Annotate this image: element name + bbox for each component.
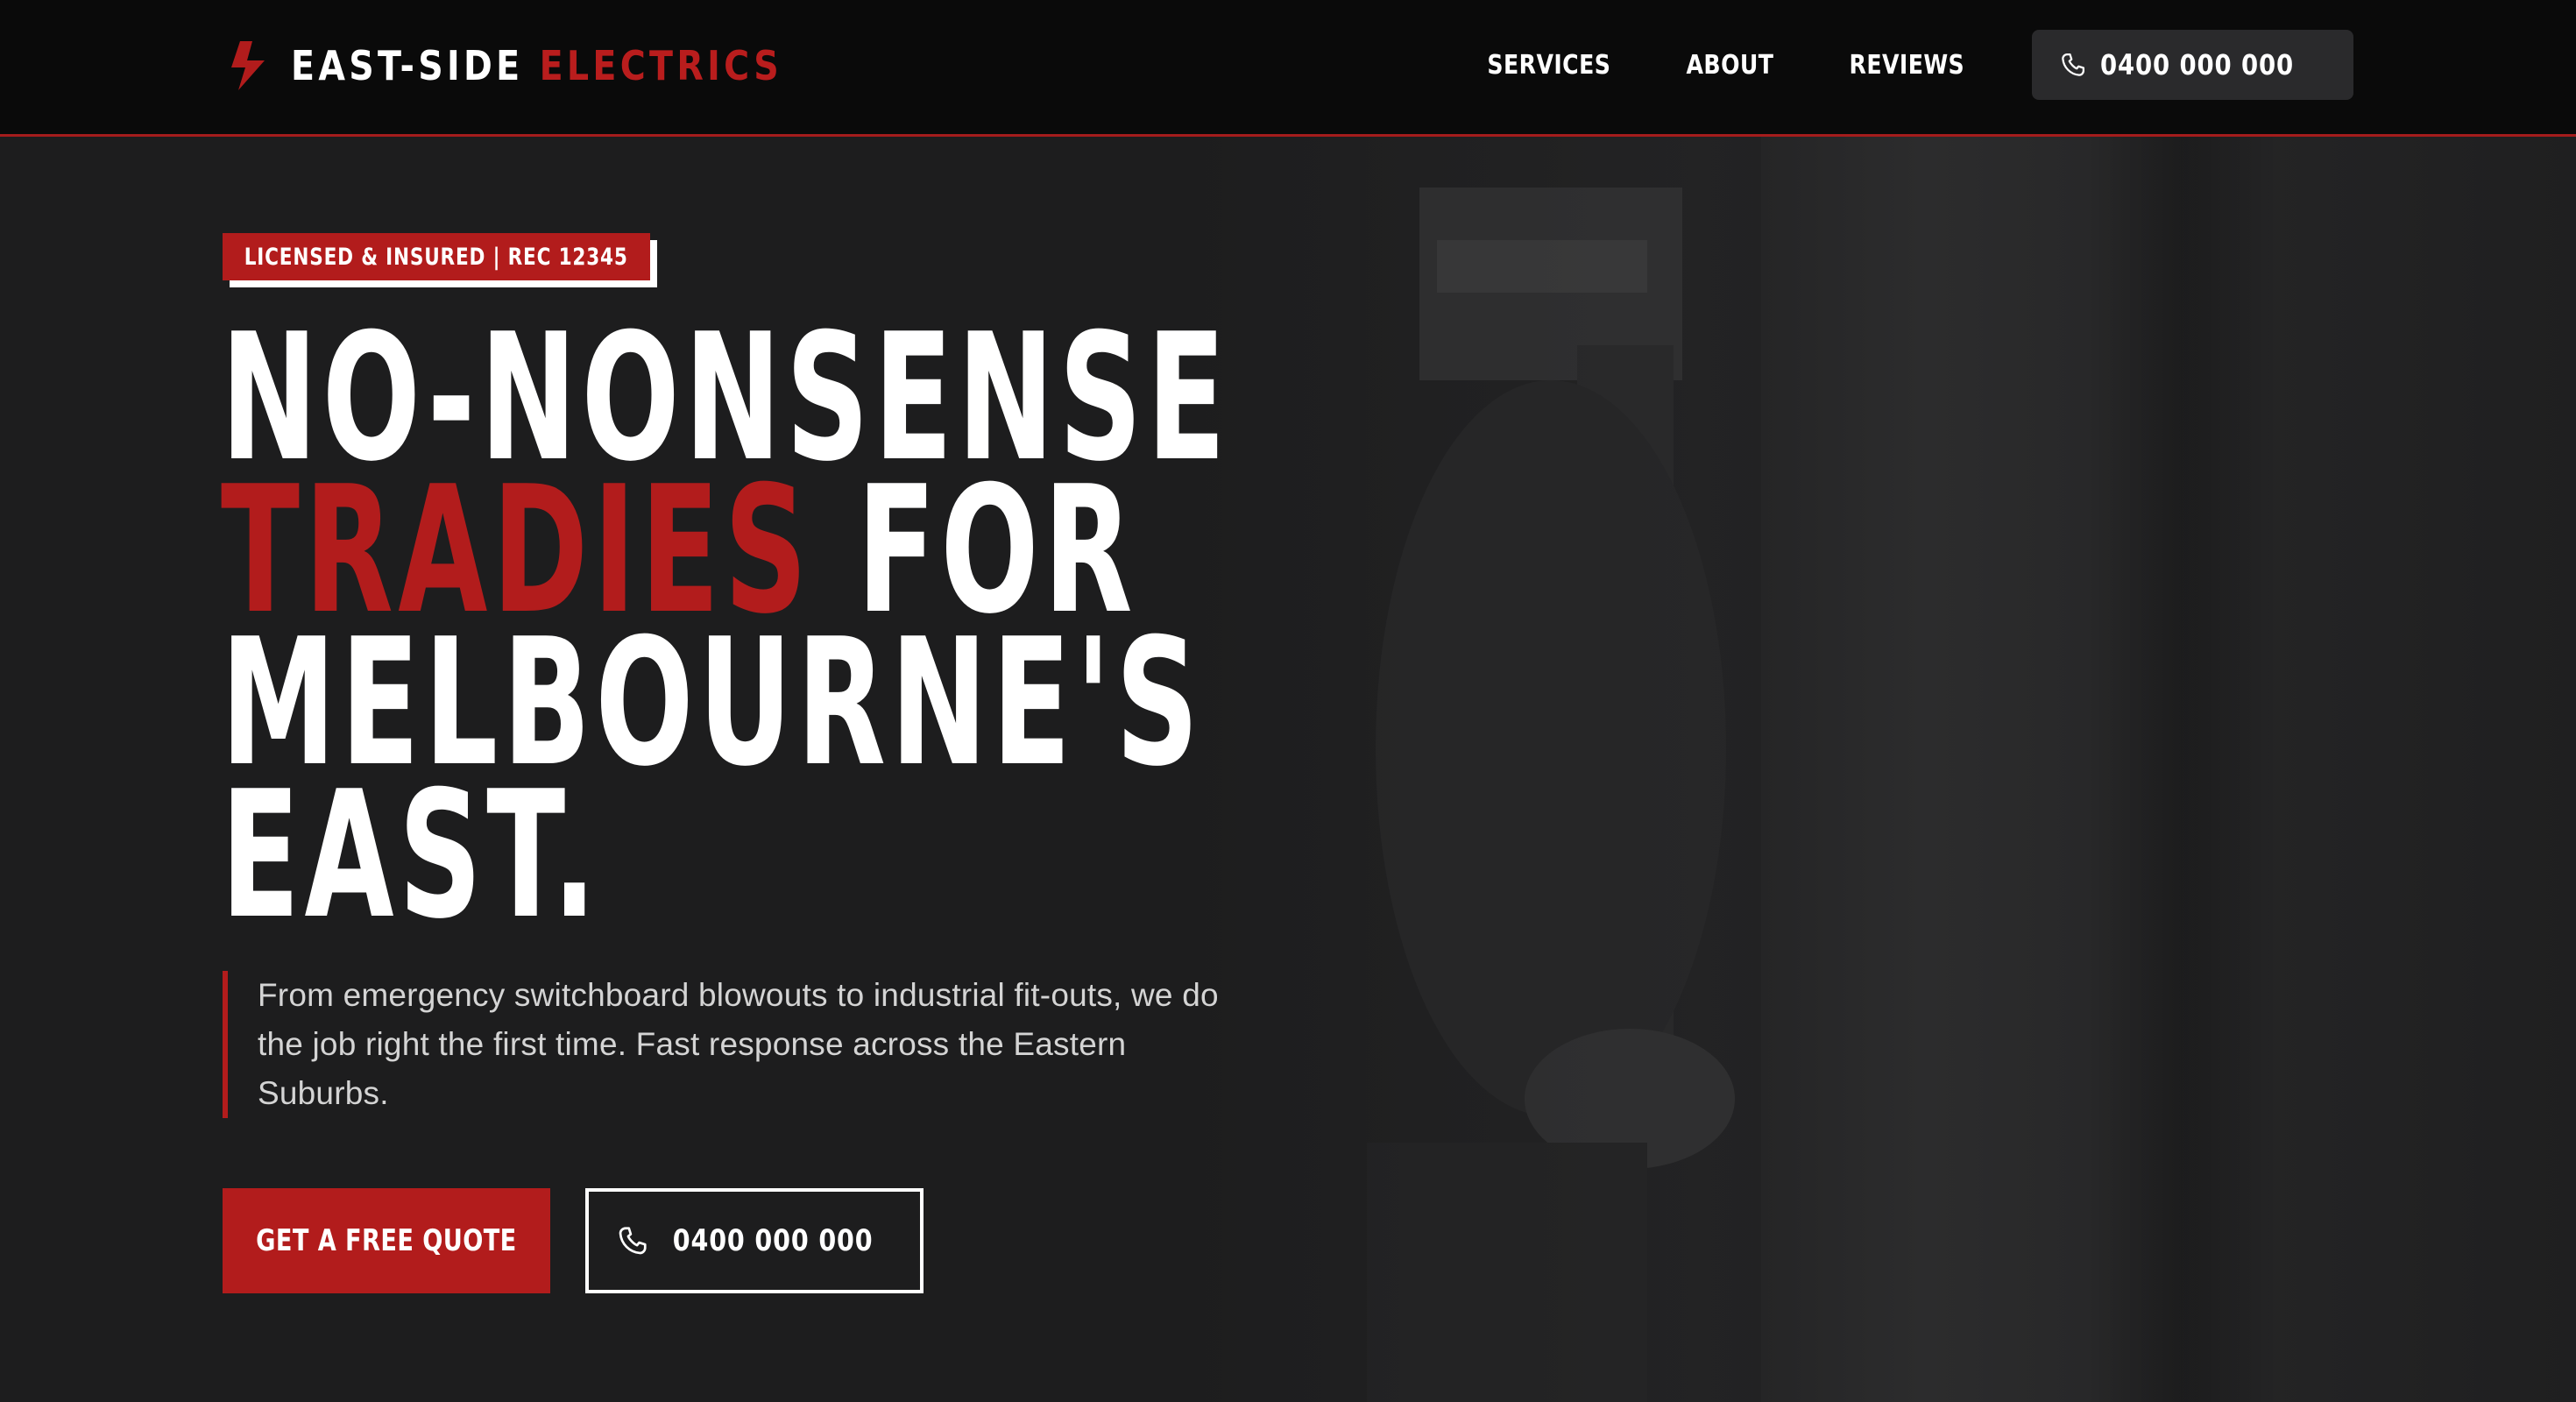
badge-text: LICENSED & INSURED | REC 12345 xyxy=(244,243,628,271)
lightning-bolt-icon xyxy=(231,41,265,90)
hero-lead: From emergency switchboard blowouts to i… xyxy=(223,971,1309,1118)
phone-icon xyxy=(2062,53,2085,76)
page: EAST-SIDE ELECTRICS SERVICES ABOUT REVIE… xyxy=(0,0,2576,1402)
hero-photo-shadow xyxy=(2085,135,2278,1402)
call-now-label: 0400 000 000 xyxy=(672,1223,874,1258)
main-nav: SERVICES ABOUT REVIEWS 0400 000 000 xyxy=(1476,30,2353,100)
logo[interactable]: EAST-SIDE ELECTRICS xyxy=(226,37,862,95)
header-call-label: 0400 000 000 xyxy=(2100,48,2295,81)
headline-line-4: EAST. xyxy=(221,754,601,958)
license-badge: LICENSED & INSURED | REC 12345 xyxy=(223,233,657,287)
call-now-button[interactable]: 0400 000 000 xyxy=(585,1188,924,1293)
logo-text: EAST-SIDE ELECTRICS xyxy=(291,42,782,89)
site-header: EAST-SIDE ELECTRICS SERVICES ABOUT REVIE… xyxy=(0,0,2576,137)
hero-headline: NO-NONSENSE TRADIES FOR MELBOURNE'S EAST… xyxy=(221,311,1751,958)
get-free-quote-label: GET A FREE QUOTE xyxy=(256,1223,517,1258)
nav-item-about[interactable]: ABOUT xyxy=(1687,50,1774,81)
nav-item-reviews[interactable]: REVIEWS xyxy=(1850,50,1965,81)
logo-name-part1: EAST-SIDE xyxy=(291,42,524,89)
get-free-quote-button[interactable]: GET A FREE QUOTE xyxy=(223,1188,550,1293)
badge-body: LICENSED & INSURED | REC 12345 xyxy=(223,233,650,280)
hero-lead-text: From emergency switchboard blowouts to i… xyxy=(258,977,1219,1111)
header-call-button[interactable]: 0400 000 000 xyxy=(2032,30,2353,100)
phone-icon xyxy=(619,1227,647,1255)
nav-item-services[interactable]: SERVICES xyxy=(1487,50,1610,81)
logo-name-part2: ELECTRICS xyxy=(539,42,782,89)
